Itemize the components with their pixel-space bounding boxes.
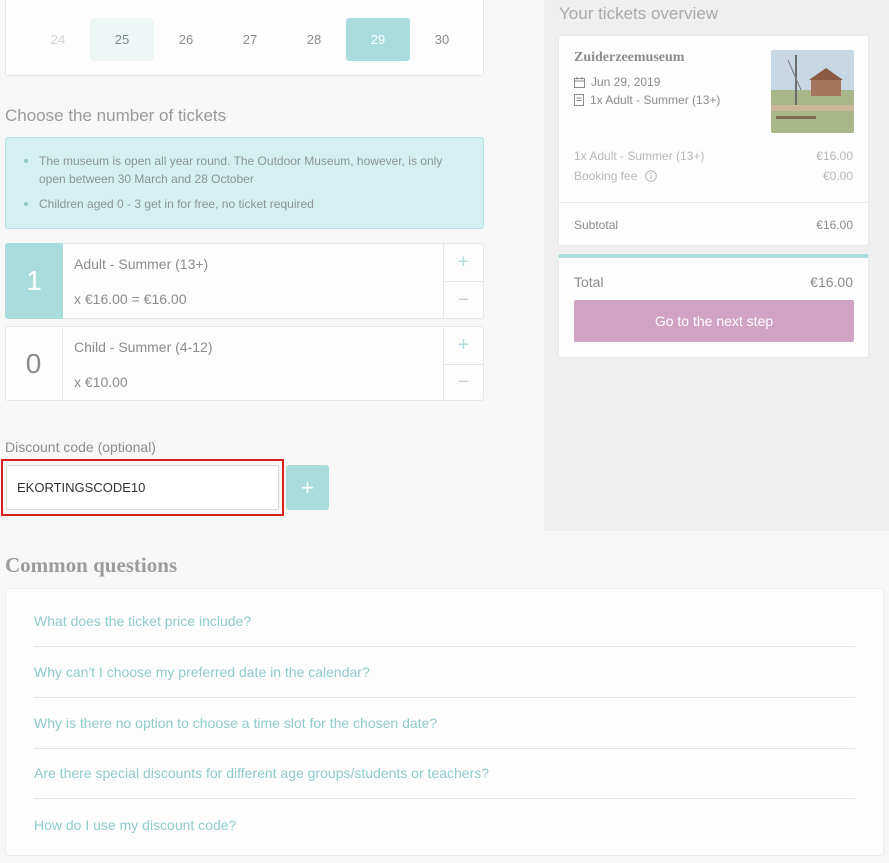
- line-item-label-booking-fee: Booking fee: [574, 169, 658, 183]
- overview-card: Zuiderzeemuseum Jun 29, 2019 1x Adult - …: [558, 35, 869, 246]
- museum-thumbnail: [771, 50, 854, 133]
- calendar: 24 25 26 27 28 29 30: [5, 0, 484, 76]
- discount-code-input[interactable]: [6, 465, 279, 510]
- ticket-name: Child - Summer (4-12): [74, 339, 213, 355]
- total-amount: €16.00: [810, 274, 853, 290]
- calendar-day[interactable]: 30: [410, 18, 474, 61]
- calendar-icon: [574, 76, 585, 88]
- ticket-row-adult: 1 Adult - Summer (13+) x €16.00 = €16.00…: [5, 243, 484, 319]
- faq-link[interactable]: Why can't I choose my preferred date in …: [34, 647, 855, 698]
- info-box: The museum is open all year round. The O…: [5, 137, 484, 229]
- increment-button[interactable]: +: [444, 327, 483, 364]
- info-icon[interactable]: [645, 170, 658, 182]
- booking-ticket: 1x Adult - Summer (13+): [574, 93, 720, 107]
- increment-button[interactable]: +: [444, 244, 483, 281]
- calendar-day: 24: [50, 32, 66, 47]
- calendar-day[interactable]: 27: [218, 18, 282, 61]
- faq-title: Common questions: [5, 553, 178, 577]
- booking-ticket-text: 1x Adult - Summer (13+): [590, 93, 721, 107]
- line-item-label: 1x Adult - Summer (13+): [574, 149, 705, 163]
- subtotal-row: Subtotal €16.00: [559, 202, 868, 246]
- calendar-week-row: 24 25 26 27 28 29 30: [26, 18, 474, 61]
- booking-date: Jun 29, 2019: [574, 75, 660, 89]
- faq-link[interactable]: What does the ticket price include?: [34, 596, 855, 647]
- line-item-amount: €16.00: [816, 149, 853, 163]
- ticket-quantity: 0: [5, 326, 63, 401]
- total-card: Total €16.00 Go to the next step: [558, 254, 869, 358]
- faq-link[interactable]: How do I use my discount code?: [34, 799, 855, 850]
- line-item: Booking fee €0.00: [574, 169, 853, 183]
- calendar-day[interactable]: 25: [90, 18, 154, 61]
- ticket-price: x €16.00 = €16.00: [74, 291, 187, 307]
- faq-link[interactable]: Why is there no option to choose a time …: [34, 698, 855, 749]
- quantity-stepper: + −: [443, 244, 483, 318]
- ticket-name: Adult - Summer (13+): [74, 256, 209, 272]
- booking-date-text: Jun 29, 2019: [591, 75, 661, 89]
- subtotal-label: Subtotal: [574, 217, 619, 232]
- decrement-button[interactable]: −: [444, 281, 483, 318]
- ticket-quantity: 1: [5, 243, 63, 319]
- tickets-overview-sidebar: Your tickets overview Zuiderzeemuseum Ju…: [544, 0, 889, 531]
- subtotal-amount: €16.00: [816, 217, 853, 232]
- decrement-button[interactable]: −: [444, 363, 483, 401]
- overview-title: Your tickets overview: [559, 4, 719, 23]
- calendar-day-selected[interactable]: 29: [346, 18, 410, 61]
- line-item: 1x Adult - Summer (13+) €16.00: [574, 149, 853, 163]
- info-item: The museum is open all year round. The O…: [22, 152, 469, 188]
- faq-link[interactable]: Are there special discounts for differen…: [34, 748, 855, 799]
- calendar-day[interactable]: 28: [282, 18, 346, 61]
- apply-discount-button[interactable]: +: [286, 465, 329, 510]
- discount-label: Discount code (optional): [5, 439, 156, 455]
- faq-list: What does the ticket price include? Why …: [5, 588, 884, 856]
- museum-name: Zuiderzeemuseum: [574, 50, 685, 65]
- ticket-price: x €10.00: [74, 374, 128, 390]
- quantity-stepper: + −: [443, 327, 483, 400]
- total-row: Total €16.00: [574, 274, 853, 290]
- info-item: Children aged 0 - 3 get in for free, no …: [22, 195, 469, 213]
- tickets-section-title: Choose the number of tickets: [5, 106, 227, 125]
- total-label: Total: [574, 274, 604, 290]
- ticket-row-child: 0 Child - Summer (4-12) x €10.00 + −: [5, 326, 484, 401]
- line-item-amount: €0.00: [822, 169, 853, 183]
- next-step-button[interactable]: Go to the next step: [574, 300, 854, 342]
- ticket-icon: [574, 94, 584, 106]
- calendar-day[interactable]: 26: [154, 18, 218, 61]
- line-item-label: Booking fee: [574, 169, 638, 183]
